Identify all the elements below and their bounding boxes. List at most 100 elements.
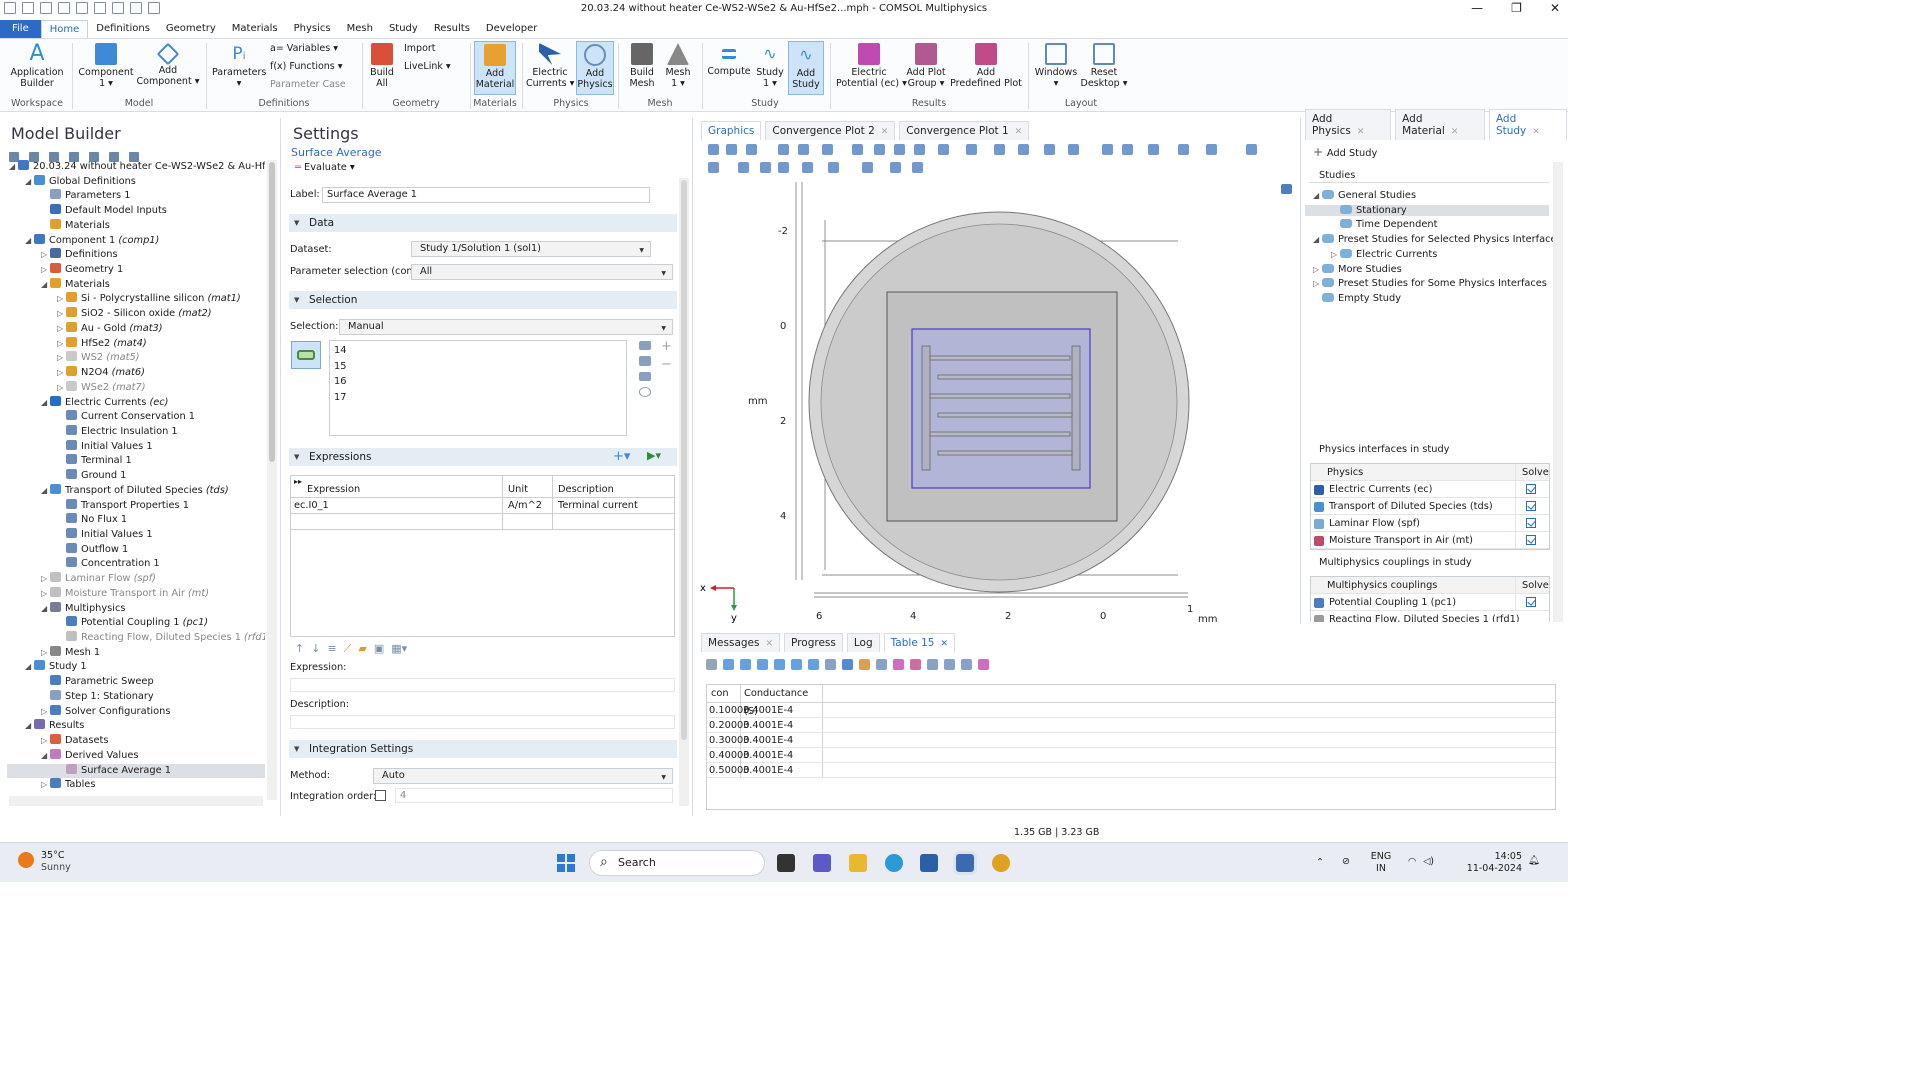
more-icon[interactable]: ▦▾ <box>391 642 407 656</box>
tree-node[interactable]: ◢ Transport of Diluted Species (tds) <box>3 483 229 499</box>
table-row[interactable]: 0.30000 3.4001E-4 <box>707 733 1555 748</box>
con-cell[interactable]: 0.10000 <box>707 703 750 717</box>
graphics-tool-icon[interactable] <box>738 162 749 173</box>
tab-geometry[interactable]: Geometry <box>158 20 224 38</box>
study-item[interactable]: ▷ More Studies <box>1313 263 1402 275</box>
tab-log[interactable]: Log <box>846 633 880 652</box>
table-tool-icon[interactable] <box>791 659 802 670</box>
electric-potential-button[interactable]: Electric Potential (ec) ▾ <box>836 41 907 89</box>
tree-node[interactable]: ▷ Moisture Transport in Air (mt) <box>3 586 209 602</box>
expand-toggle-icon[interactable]: ▷ <box>41 734 50 749</box>
graphics-tool-icon[interactable] <box>760 162 771 173</box>
expand-toggle-icon[interactable]: ◢ <box>41 484 50 499</box>
import-button[interactable]: Import <box>404 43 436 55</box>
table-tool-icon[interactable] <box>825 659 836 670</box>
conductance-cell[interactable]: 3.4001E-4 <box>741 763 823 777</box>
graphics-tool-icon[interactable] <box>778 144 789 155</box>
column-conductance[interactable]: Conductance (S) <box>741 685 823 717</box>
add-physics-button[interactable]: Add Physics <box>576 41 614 95</box>
study-item[interactable]: ▷ Preset Studies for Some Physics Interfa… <box>1313 278 1547 289</box>
tree-node[interactable]: ◢ Component 1 (comp1) <box>3 233 159 249</box>
tree-node[interactable]: ◢ Study 1 <box>3 660 87 675</box>
tree-node[interactable]: Terminal 1 <box>3 454 132 469</box>
method-select[interactable]: Auto <box>373 768 673 785</box>
table-tool-icon[interactable] <box>757 659 768 670</box>
expand-toggle-icon[interactable]: ▷ <box>1313 265 1322 274</box>
variables-button[interactable]: a= Variables ▾ <box>270 43 338 55</box>
solve-checkbox[interactable] <box>1526 518 1536 528</box>
file-explorer-icon[interactable] <box>849 854 867 872</box>
table-tool-icon[interactable] <box>944 659 955 670</box>
column-unit[interactable]: Unit <box>502 476 532 498</box>
tree-node[interactable]: ▷ WS2 (mat5) <box>3 351 140 366</box>
graphics-tool-icon[interactable] <box>708 144 719 155</box>
expand-toggle-icon[interactable]: ▷ <box>41 778 50 793</box>
mesh-1-button[interactable]: Mesh 1 ▾ <box>662 41 694 89</box>
graphics-tool-icon[interactable] <box>1148 144 1159 155</box>
close-tab-icon[interactable]: ✕ <box>940 639 948 649</box>
clock[interactable]: 14:05 11-04-2024 <box>1462 851 1522 875</box>
tab-home[interactable]: Home <box>40 20 89 38</box>
weather-widget[interactable]: 35°C Sunny <box>41 850 71 874</box>
table-row[interactable]: Transport of Diluted Species (tds) <box>1311 498 1549 515</box>
column-con[interactable]: con <box>707 685 741 702</box>
windows-start-icon[interactable] <box>557 854 575 872</box>
task-view-icon[interactable] <box>777 854 795 872</box>
graphics-tool-icon[interactable] <box>862 162 873 173</box>
tab-results[interactable]: Results <box>426 20 478 38</box>
expand-toggle-icon[interactable]: ▷ <box>57 351 66 366</box>
close-tab-icon[interactable]: ✕ <box>1015 127 1023 137</box>
parameter-selection-select[interactable]: All <box>411 264 673 281</box>
tab-materials[interactable]: Materials <box>224 20 286 38</box>
expand-toggle-icon[interactable]: ◢ <box>1313 235 1322 244</box>
graphics-canvas[interactable]: -2 0 2 4 mm 6 4 2 0 1 mm x y <box>698 180 1301 625</box>
move-down-icon[interactable]: ↓ <box>311 642 320 656</box>
table-tool-icon[interactable] <box>927 659 938 670</box>
table-row[interactable]: 0.10000 3.4001E-4 <box>707 703 1555 718</box>
study-item[interactable]: Time Dependent <box>1331 219 1437 230</box>
graphics-tool-icon[interactable] <box>798 144 809 155</box>
maximize-icon[interactable]: ❐ <box>1511 1 1522 15</box>
table-row[interactable]: ec.I0_1 A/m^2 Terminal current <box>291 498 674 514</box>
add-expression-icon[interactable]: +▾ <box>613 449 630 464</box>
tab-table-15[interactable]: Table 15 ✕ <box>883 633 956 652</box>
description-input[interactable] <box>290 715 675 729</box>
conductance-cell[interactable]: 3.4001E-4 <box>741 733 823 747</box>
add-plot-group-button[interactable]: Add Plot Group ▾ <box>904 41 948 89</box>
expand-toggle-icon[interactable]: ▷ <box>57 307 66 322</box>
selection-item[interactable]: 15 <box>334 359 626 375</box>
tree-node[interactable]: ▷ Au - Gold (mat3) <box>3 321 163 337</box>
con-cell[interactable]: 0.30000 <box>707 733 750 747</box>
close-tab-icon[interactable]: ✕ <box>1357 127 1365 137</box>
selection-list[interactable]: 14 15 16 17 <box>329 340 627 436</box>
selection-select[interactable]: Manual <box>339 319 673 336</box>
clear-icon[interactable]: ⟋ <box>344 642 352 656</box>
graphics-tool-icon[interactable] <box>708 162 719 173</box>
tree-node[interactable]: ◢ Derived Values <box>3 748 139 764</box>
remove-from-selection-icon[interactable]: − <box>661 356 672 374</box>
solve-checkbox[interactable] <box>1526 535 1536 545</box>
solve-checkbox[interactable] <box>1526 597 1536 607</box>
move-up-icon[interactable]: ↑ <box>295 642 304 656</box>
tab-mesh[interactable]: Mesh <box>339 20 381 38</box>
parameters-button[interactable]: Pᵢ Parameters ▾ <box>212 41 266 89</box>
tree-node[interactable]: Electric Insulation 1 <box>3 424 178 440</box>
tree-node[interactable]: ▷ Geometry 1 <box>3 263 123 278</box>
table-row[interactable]: Laminar Flow (spf) <box>1311 515 1549 532</box>
livelink-button[interactable]: LiveLink ▾ <box>404 61 451 73</box>
graphics-tool-icon[interactable] <box>914 144 925 155</box>
table-row[interactable]: Reacting Flow, Diluted Species 1 (rfd1) <box>1311 611 1549 622</box>
graphics-tool-icon[interactable] <box>1178 144 1189 155</box>
active-selection-toggle[interactable] <box>291 341 321 369</box>
tree-node[interactable]: Reacting Flow, Diluted Species 1 (rfd1) <box>3 631 265 646</box>
conductance-cell[interactable]: 3.4001E-4 <box>741 718 823 732</box>
expand-toggle-icon[interactable]: ▷ <box>41 646 50 661</box>
add-predefined-plot-button[interactable]: Add Predefined Plot <box>950 41 1022 89</box>
compute-button[interactable]: Compute <box>706 41 752 77</box>
graphics-tool-icon[interactable] <box>802 162 813 173</box>
table-tool-icon[interactable] <box>774 659 785 670</box>
table-tool-icon[interactable] <box>723 659 734 670</box>
expand-toggle-icon[interactable]: ◢ <box>25 175 34 190</box>
expand-toggle-icon[interactable]: ▷ <box>57 366 66 381</box>
selection-item[interactable]: 14 <box>334 343 626 359</box>
